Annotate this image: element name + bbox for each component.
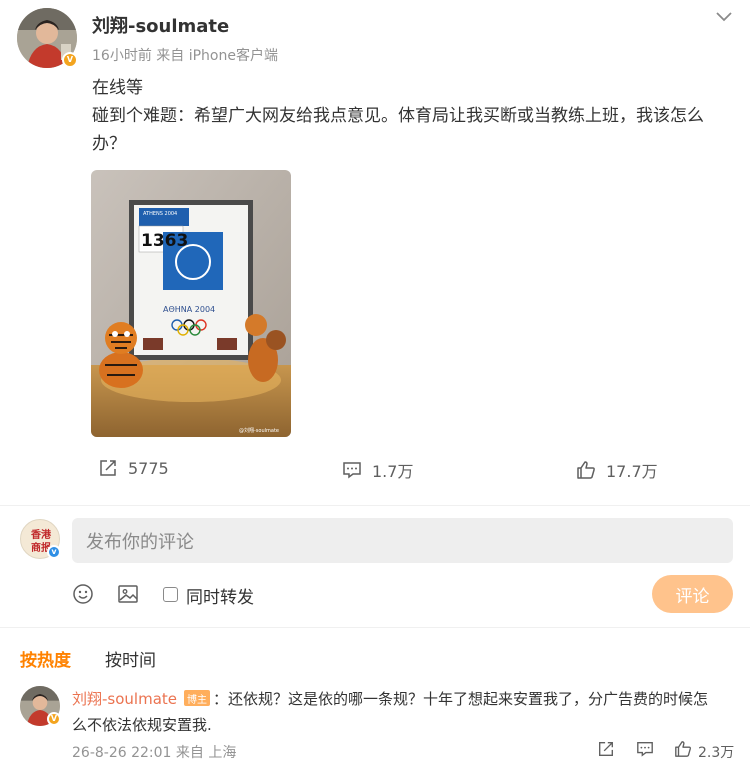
- post-text-line-2: 碰到个难题：希望广大网友给我点意见。体育局让我买断或当教练上班，我该怎么: [92, 106, 704, 126]
- image-caption: ΑΘΗΝΑ 2004: [163, 305, 215, 314]
- verified-badge-icon: v: [47, 545, 61, 559]
- comment-count: 1.7万: [372, 462, 414, 481]
- repost-checkbox-label[interactable]: 同时转发: [186, 583, 254, 608]
- comment-reply-icon[interactable]: [636, 740, 654, 758]
- divider: [0, 505, 750, 506]
- comment-like-count: 2.3万: [698, 745, 735, 761]
- comment-icon: [343, 462, 361, 479]
- comment-button[interactable]: 1.7万: [342, 458, 413, 482]
- repost-count: 5775: [128, 458, 169, 478]
- repost-button[interactable]: 5775: [98, 458, 169, 478]
- tab-sort-by-hot[interactable]: 按热度: [20, 646, 71, 671]
- repost-icon: [100, 460, 116, 476]
- photo-illustration: 1363 ATHENS 2004 ΑΘΗΝΑ 2004 @刘翔-soulmate: [91, 170, 291, 437]
- post-text-line-3: 办？: [92, 134, 126, 154]
- author-tag-badge: 博主: [184, 690, 210, 706]
- like-count: 17.7万: [606, 462, 658, 481]
- comment-input[interactable]: 发布你的评论: [72, 518, 733, 563]
- emoji-icon[interactable]: [72, 583, 94, 605]
- like-button[interactable]: 17.7万: [576, 458, 658, 482]
- svg-text:香港: 香港: [31, 528, 52, 541]
- post-author-name[interactable]: 刘翔-soulmate: [92, 12, 229, 38]
- divider: [0, 627, 750, 628]
- image-upload-icon[interactable]: [117, 583, 139, 605]
- image-top-banner: ATHENS 2004: [143, 211, 177, 217]
- thumbs-up-icon: [577, 461, 595, 479]
- post-image[interactable]: 1363 ATHENS 2004 ΑΘΗΝΑ 2004 @刘翔-soulmate: [91, 170, 291, 437]
- comment-repost-icon[interactable]: [597, 740, 615, 758]
- tab-sort-by-time[interactable]: 按时间: [105, 646, 156, 671]
- comment-author-name[interactable]: 刘翔-soulmate: [72, 688, 177, 709]
- chevron-down-icon[interactable]: [714, 10, 734, 24]
- submit-comment-button[interactable]: 评论: [652, 575, 733, 613]
- image-watermark: @刘翔-soulmate: [239, 427, 279, 434]
- post-text-line-1: 在线等: [92, 78, 143, 98]
- comment-text-line-2: 么不依法依规安置我.: [72, 716, 212, 734]
- comment-like-icon[interactable]: [674, 740, 692, 758]
- comment-text-line-1: ：还依规？这是依的哪一条规？十年了想起来安置我了，分广告费的时候怎: [213, 690, 709, 708]
- verified-badge-icon: V: [62, 52, 78, 68]
- verified-badge-icon: V: [47, 712, 61, 726]
- image-bib-number: 1363: [141, 231, 188, 251]
- post-meta: 16小时前 来自 iPhone客户端: [92, 48, 278, 64]
- repost-checkbox[interactable]: [163, 587, 178, 602]
- comment-meta: 26-8-26 22:01 来自 上海: [72, 745, 237, 761]
